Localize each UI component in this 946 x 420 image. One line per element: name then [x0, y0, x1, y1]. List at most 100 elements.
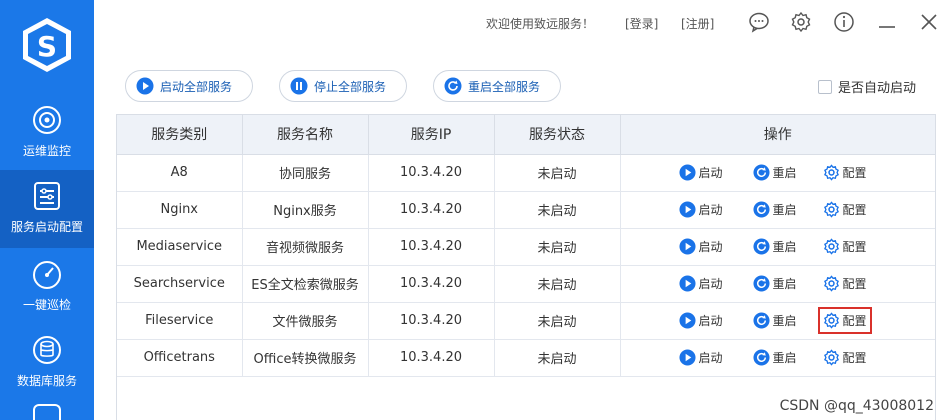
play-icon	[678, 237, 696, 255]
welcome-text: 欢迎使用致远服务！	[486, 17, 595, 31]
settings-gear-icon[interactable]	[790, 11, 812, 33]
start-all-label: 启动全部服务	[160, 79, 233, 94]
auto-start-checkbox[interactable]	[818, 79, 832, 94]
refresh-icon	[752, 163, 770, 181]
watermark: CSDN @qq_43008012	[779, 398, 934, 414]
stop-all-button[interactable]: 停止全部服务	[279, 70, 407, 102]
restart-service-button[interactable]: 重启	[752, 348, 797, 366]
col-header-ip: 服务IP	[368, 115, 495, 155]
sidebar-item-label: 运维监控	[22, 144, 71, 158]
start-all-button[interactable]: 启动全部服务	[125, 70, 253, 102]
start-service-button[interactable]: 启动	[678, 311, 723, 329]
restart-label: 重启	[772, 165, 797, 180]
refresh-icon	[752, 348, 770, 366]
cell-name: 文件微服务	[242, 302, 369, 340]
pause-icon	[290, 77, 308, 95]
play-icon	[678, 274, 696, 292]
sidebar-item-label: 数据库服务	[16, 374, 77, 388]
cell-name: 音视频微服务	[242, 228, 369, 266]
cell-status: 未启动	[494, 265, 621, 303]
restart-label: 重启	[772, 276, 797, 291]
start-label: 启动	[698, 239, 723, 254]
play-icon	[678, 200, 696, 218]
restart-label: 重启	[772, 313, 797, 328]
sidebar-item-service-config[interactable]: 服务启动配置	[0, 170, 94, 248]
cell-actions: 启动 重启 配置	[620, 228, 935, 266]
gear-icon	[823, 163, 839, 181]
database-icon	[33, 336, 61, 364]
minimize-icon[interactable]	[876, 11, 898, 33]
cell-ip: 10.3.4.20	[368, 228, 495, 266]
table-row: A8 协同服务 10.3.4.20 未启动 启动 重启 配置	[117, 154, 935, 192]
cell-category: Searchservice	[117, 265, 243, 303]
col-header-status: 服务状态	[494, 115, 621, 155]
app-logo-icon: S	[20, 16, 74, 74]
chat-icon[interactable]	[748, 11, 770, 33]
info-icon[interactable]	[833, 11, 855, 33]
cell-status: 未启动	[494, 302, 621, 340]
cell-actions: 启动 重启 配置	[620, 302, 935, 340]
restart-label: 重启	[772, 350, 797, 365]
cell-category: Mediaservice	[117, 228, 243, 266]
restart-label: 重启	[772, 239, 797, 254]
gear-icon	[823, 311, 839, 329]
config-service-button[interactable]: 配置	[823, 348, 867, 366]
table-row: Mediaservice 音视频微服务 10.3.4.20 未启动 启动 重启 …	[117, 228, 935, 266]
restart-service-button[interactable]: 重启	[752, 163, 797, 181]
refresh-icon	[752, 200, 770, 218]
config-service-button[interactable]: 配置	[823, 163, 867, 181]
cell-status: 未启动	[494, 339, 621, 377]
cell-ip: 10.3.4.20	[368, 265, 495, 303]
refresh-icon	[752, 311, 770, 329]
start-service-button[interactable]: 启动	[678, 200, 723, 218]
config-service-button[interactable]: 配置	[817, 306, 872, 334]
services-table: 服务类别 服务名称 服务IP 服务状态 操作 A8 协同服务 10.3.4.20…	[116, 114, 936, 420]
table-row: Fileservice 文件微服务 10.3.4.20 未启动 启动 重启 配置	[117, 302, 935, 340]
sidebar-next-item-icon	[33, 404, 61, 420]
cell-name: 协同服务	[242, 154, 369, 192]
play-icon	[678, 348, 696, 366]
config-service-button[interactable]: 配置	[823, 200, 867, 218]
sidebar-item-database[interactable]: 数据库服务	[0, 324, 94, 402]
cell-status: 未启动	[494, 228, 621, 266]
col-header-category: 服务类别	[117, 115, 243, 155]
config-service-button[interactable]: 配置	[823, 274, 867, 292]
gear-icon	[823, 200, 839, 218]
close-icon[interactable]	[918, 11, 940, 33]
table-body: A8 协同服务 10.3.4.20 未启动 启动 重启 配置 Nginx Ngi…	[117, 154, 935, 377]
cell-name: ES全文检索微服务	[242, 265, 369, 303]
start-service-button[interactable]: 启动	[678, 348, 723, 366]
sidebar-item-label: 一键巡检	[22, 298, 71, 312]
cell-actions: 启动 重启 配置	[620, 154, 935, 192]
config-service-button[interactable]: 配置	[823, 237, 867, 255]
restart-service-button[interactable]: 重启	[752, 200, 797, 218]
restart-all-label: 重启全部服务	[468, 79, 541, 94]
refresh-icon	[752, 274, 770, 292]
sidebar-item-inspection[interactable]: 一键巡检	[0, 248, 94, 326]
restart-service-button[interactable]: 重启	[752, 274, 797, 292]
start-service-button[interactable]: 启动	[678, 237, 723, 255]
sidebar: S 运维监控 服务启动配置 一键巡检 数据库服务	[0, 0, 94, 420]
refresh-icon	[752, 237, 770, 255]
gear-icon	[823, 348, 839, 366]
auto-start-label: 是否自动启动	[838, 81, 917, 96]
monitor-icon	[33, 106, 61, 134]
register-link[interactable]: [注册]	[681, 15, 714, 32]
sidebar-item-monitor[interactable]: 运维监控	[0, 94, 94, 172]
start-label: 启动	[698, 350, 723, 365]
start-service-button[interactable]: 启动	[678, 163, 723, 181]
start-service-button[interactable]: 启动	[678, 274, 723, 292]
restart-all-button[interactable]: 重启全部服务	[433, 70, 561, 102]
restart-label: 重启	[772, 202, 797, 217]
cell-name: Office转换微服务	[242, 339, 369, 377]
login-link[interactable]: [登录]	[625, 15, 658, 32]
table-row: Nginx Nginx服务 10.3.4.20 未启动 启动 重启 配置	[117, 191, 935, 229]
refresh-icon	[444, 77, 462, 95]
auto-start-toggle[interactable]: 是否自动启动	[818, 77, 916, 96]
restart-service-button[interactable]: 重启	[752, 237, 797, 255]
gauge-icon	[33, 261, 61, 289]
cell-category: Officetrans	[117, 339, 243, 377]
restart-service-button[interactable]: 重启	[752, 311, 797, 329]
stop-all-label: 停止全部服务	[314, 79, 387, 94]
play-icon	[136, 77, 154, 95]
